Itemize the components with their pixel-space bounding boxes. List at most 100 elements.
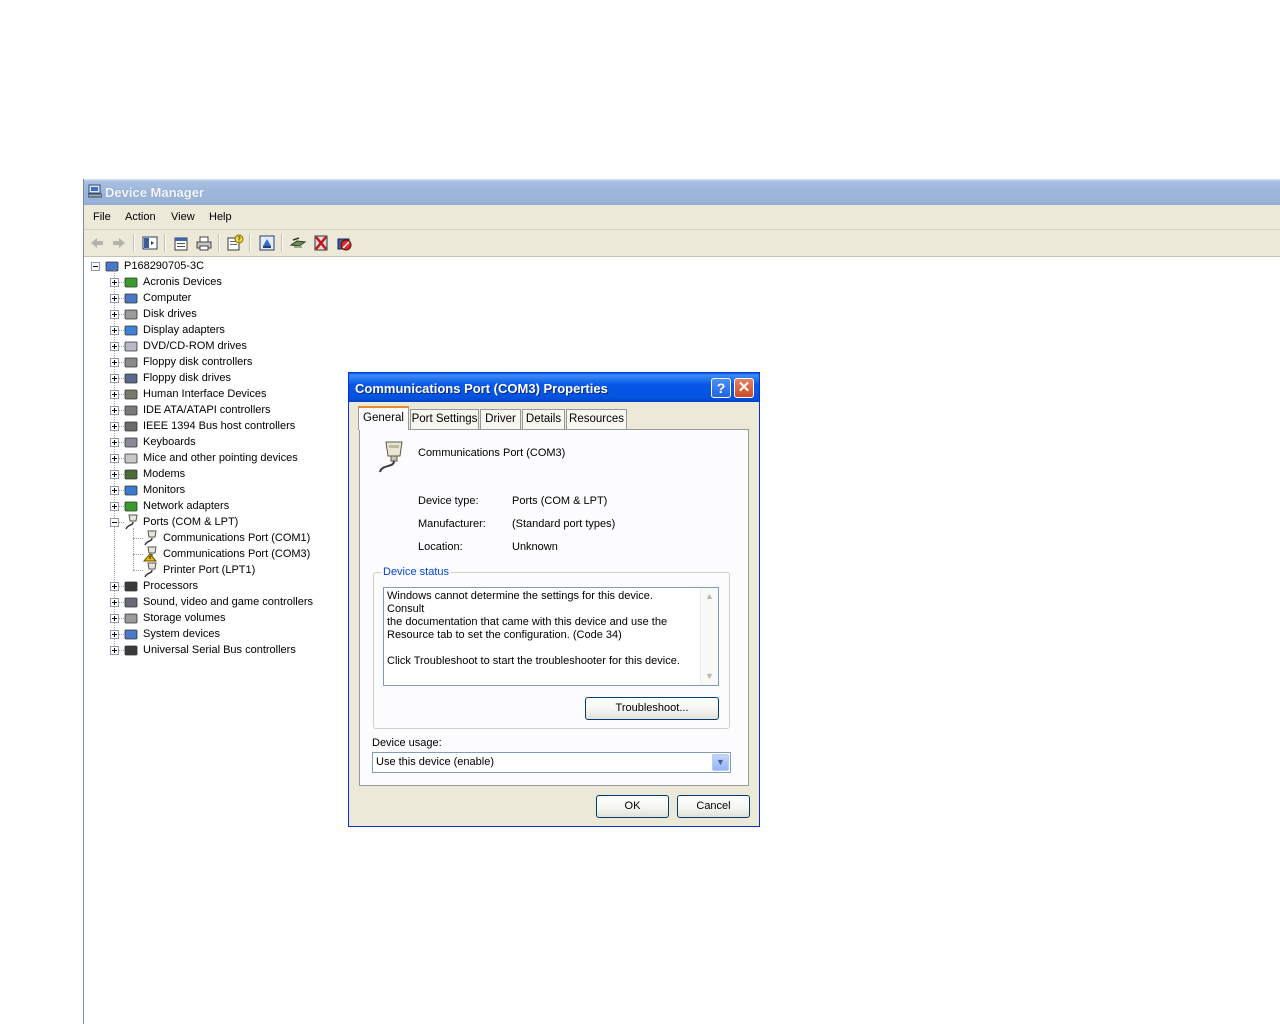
- expand-icon[interactable]: [110, 390, 119, 399]
- device-name: Communications Port (COM3): [418, 447, 566, 459]
- tree-category-label: Keyboards: [143, 436, 196, 448]
- ide-controller-icon: [124, 405, 138, 416]
- expand-icon[interactable]: [110, 630, 119, 639]
- back-arrow-icon[interactable]: [88, 234, 106, 252]
- dialog-titlebar[interactable]: Communications Port (COM3) Properties ? …: [349, 373, 759, 402]
- toolbar: ?: [84, 230, 1280, 257]
- tree-category-label: Storage volumes: [143, 612, 226, 624]
- tab-resources[interactable]: Resources: [566, 409, 627, 429]
- device-status-label: Device status: [381, 566, 452, 578]
- tree-category-label: Disk drives: [143, 308, 197, 320]
- chevron-down-icon[interactable]: ▼: [712, 754, 729, 771]
- device-status-textbox[interactable]: Windows cannot determine the settings fo…: [383, 587, 719, 686]
- show-hide-console-tree-icon[interactable]: [141, 234, 159, 252]
- status-scrollbar[interactable]: ▲ ▼: [700, 588, 718, 685]
- tree-category-label: Display adapters: [143, 324, 225, 336]
- expand-icon[interactable]: [110, 614, 119, 623]
- expand-icon[interactable]: [110, 278, 119, 287]
- expand-icon[interactable]: [110, 646, 119, 655]
- print-icon[interactable]: [195, 234, 213, 252]
- uninstall-icon[interactable]: [312, 234, 330, 252]
- device-type-label: Device type:: [418, 495, 479, 507]
- ok-button[interactable]: OK: [596, 795, 669, 818]
- dialog-title: Communications Port (COM3) Properties: [355, 381, 608, 396]
- expand-icon[interactable]: [110, 582, 119, 591]
- menu-file[interactable]: File: [93, 211, 111, 223]
- tree-device-label: Communications Port (COM1): [163, 532, 311, 544]
- cancel-button[interactable]: Cancel: [677, 795, 750, 818]
- expand-icon[interactable]: [110, 358, 119, 367]
- ieee1394-icon: [124, 421, 138, 432]
- update-driver-icon[interactable]: [258, 234, 276, 252]
- expand-icon[interactable]: [110, 342, 119, 351]
- close-button[interactable]: ✕: [734, 378, 754, 398]
- collapse-icon[interactable]: [91, 262, 100, 271]
- expand-icon[interactable]: [110, 486, 119, 495]
- disable-icon[interactable]: [335, 234, 353, 252]
- floppy-drive-icon: [124, 373, 138, 384]
- port-warning-icon: [142, 546, 158, 562]
- device-status-text: Windows cannot determine the settings fo…: [387, 590, 680, 667]
- forward-arrow-icon[interactable]: [110, 234, 128, 252]
- expand-icon[interactable]: [110, 374, 119, 383]
- tree-device-label: Communications Port (COM3): [163, 548, 311, 560]
- tree-category-label: Sound, video and game controllers: [143, 596, 313, 608]
- svg-text:?: ?: [237, 236, 241, 244]
- expand-icon[interactable]: [110, 470, 119, 479]
- expand-icon[interactable]: [110, 598, 119, 607]
- collapse-icon[interactable]: [110, 518, 119, 527]
- hid-icon: [124, 389, 138, 400]
- troubleshoot-button[interactable]: Troubleshoot...: [585, 697, 719, 720]
- tree-category-label: Ports (COM & LPT): [143, 516, 239, 528]
- expand-icon[interactable]: [110, 438, 119, 447]
- expand-icon[interactable]: [110, 454, 119, 463]
- tree-guide-line: [133, 528, 135, 570]
- tree-category-label: Monitors: [143, 484, 186, 496]
- device-type-value: Ports (COM & LPT): [512, 495, 608, 507]
- keyboard-icon: [124, 437, 138, 448]
- tab-general[interactable]: General: [358, 406, 409, 430]
- device-status-group: Device status Windows cannot determine t…: [373, 566, 730, 729]
- menu-action[interactable]: Action: [125, 211, 156, 223]
- expand-icon[interactable]: [110, 502, 119, 511]
- tab-driver[interactable]: Driver: [480, 409, 521, 429]
- mouse-icon: [124, 453, 138, 464]
- computer-icon: [88, 184, 102, 198]
- location-label: Location:: [418, 541, 463, 553]
- tree-category-label: Computer: [143, 292, 192, 304]
- menu-help[interactable]: Help: [209, 211, 232, 223]
- expand-icon[interactable]: [110, 294, 119, 303]
- scroll-up-icon[interactable]: ▲: [702, 589, 717, 604]
- tree-category-label: Acronis Devices: [143, 276, 222, 288]
- tab-details[interactable]: Details: [522, 409, 565, 429]
- tree-category-label: IEEE 1394 Bus host controllers: [143, 420, 296, 432]
- properties-icon[interactable]: [172, 234, 190, 252]
- modem-icon: [124, 469, 138, 480]
- scan-hardware-icon[interactable]: [289, 234, 307, 252]
- help-icon[interactable]: ?: [226, 234, 244, 252]
- port-icon: [144, 562, 157, 578]
- tab-port-settings[interactable]: Port Settings: [410, 409, 479, 429]
- tree-category-label: IDE ATA/ATAPI controllers: [143, 404, 271, 416]
- device-usage-select[interactable]: Use this device (enable) ▼: [372, 752, 731, 773]
- toolbar-separator: [249, 234, 251, 252]
- system-device-icon: [124, 629, 138, 640]
- device-usage-value: Use this device (enable): [376, 756, 495, 768]
- help-button[interactable]: ?: [711, 378, 731, 398]
- processor-icon: [124, 581, 138, 592]
- floppy-controller-icon: [124, 357, 138, 368]
- device-manager-titlebar[interactable]: Device Manager: [84, 179, 1280, 205]
- toolbar-separator: [218, 234, 220, 252]
- toolbar-separator: [164, 234, 166, 252]
- menu-view[interactable]: View: [171, 211, 195, 223]
- expand-icon[interactable]: [110, 310, 119, 319]
- expand-icon[interactable]: [110, 422, 119, 431]
- properties-dialog: Communications Port (COM3) Properties ? …: [348, 372, 760, 827]
- expand-icon[interactable]: [110, 326, 119, 335]
- board-icon: [124, 277, 138, 288]
- scroll-down-icon[interactable]: ▼: [702, 669, 717, 684]
- general-tab-panel: Communications Port (COM3) Device type: …: [359, 429, 749, 786]
- expand-icon[interactable]: [110, 406, 119, 415]
- tree-device-label: Printer Port (LPT1): [163, 564, 256, 576]
- tree-category-label: Floppy disk drives: [143, 372, 232, 384]
